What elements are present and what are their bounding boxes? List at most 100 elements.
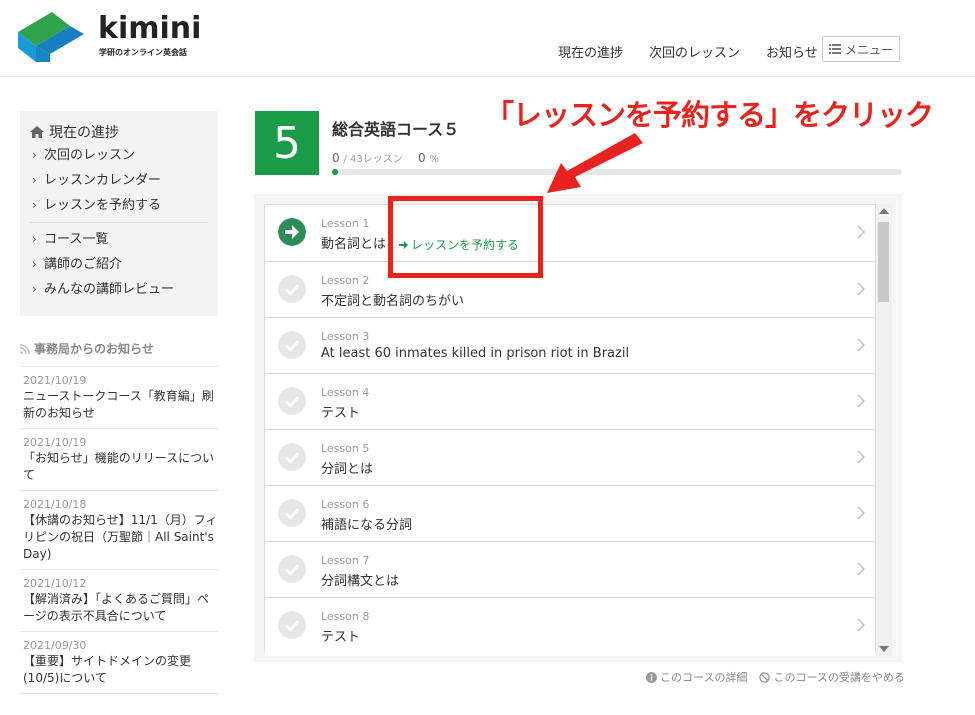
lesson-row[interactable]: Lesson 1 動名詞とは レッスンを予約する	[264, 204, 876, 261]
lessons-done: 0	[332, 151, 340, 165]
sidebar-item-progress[interactable]: 現在の進捗	[30, 121, 208, 143]
chevron-right-icon: ›	[32, 257, 37, 271]
lesson-row[interactable]: Lesson 4 テスト	[264, 373, 876, 429]
lesson-row[interactable]: Lesson 2 不定詞と動名詞のちがい	[264, 261, 876, 317]
news-title[interactable]: 「お知らせ」機能のリリースについて	[23, 450, 218, 484]
chevron-right-icon	[857, 450, 865, 464]
topnav-next-lesson[interactable]: 次回のレッスン	[649, 42, 740, 61]
chevron-right-icon: ›	[32, 173, 37, 187]
chevron-right-icon	[857, 394, 865, 408]
quit-course-label: このコースの受講をやめる	[773, 671, 905, 684]
course-detail-label: このコースの詳細	[660, 671, 748, 684]
scroll-down-icon[interactable]	[879, 646, 889, 652]
chevron-right-icon: ›	[32, 148, 37, 162]
lesson-title: 分詞構文とは	[321, 574, 400, 589]
lesson-title: At least 60 inmates killed in prison rio…	[321, 346, 630, 361]
check-circle-icon	[278, 387, 306, 415]
news-title[interactable]: 【重要】サイトドメインの変更(10/5)について	[23, 653, 218, 687]
lesson-row[interactable]: Lesson 6 補語になる分詞	[264, 485, 876, 541]
sidebar-item-reviews[interactable]: › みんなの講師レビュー	[30, 277, 208, 302]
scroll-thumb[interactable]	[878, 222, 889, 302]
sidebar-item-label: みんなの講師レビュー	[44, 282, 175, 297]
sidebar-item-label: コース一覧	[44, 232, 109, 247]
topnav-news[interactable]: お知らせ	[766, 42, 818, 61]
annotation-arrow-icon	[547, 133, 643, 193]
course-number-badge: 5	[255, 111, 319, 175]
check-circle-icon	[278, 611, 306, 639]
sidebar-home-label: 現在の進捗	[49, 125, 119, 141]
lesson-number: Lesson 4	[321, 386, 370, 399]
rss-icon	[20, 343, 30, 354]
sidebar-item-next-lesson[interactable]: › 次回のレッスン	[30, 143, 208, 168]
chevron-right-icon	[857, 282, 865, 296]
news-date: 2021/09/30	[23, 639, 87, 652]
lesson-title: 不定詞と動名詞のちがい	[321, 294, 465, 309]
news-title[interactable]: 【休講のお知らせ】11/1（月）フィリピンの祝日（万聖節｜All Saint's…	[23, 512, 218, 563]
lesson-scrollbar[interactable]	[876, 204, 892, 656]
logo-mark-icon	[18, 12, 84, 62]
lesson-row[interactable]: Lesson 3 At least 60 inmates killed in p…	[264, 317, 876, 373]
check-circle-icon	[278, 331, 306, 359]
header: kimini 学研のオンライン英会話 現在の進捗 次回のレッスン お知らせ メニ…	[0, 0, 975, 77]
news-title[interactable]: ニューストークコース「教育編」刷新のお知らせ	[23, 388, 218, 422]
ban-icon	[759, 671, 771, 683]
news-item[interactable]: 2021/10/12 【解消済み】「よくあるご質問」ページの表示不具合について	[20, 570, 218, 632]
sidebar-item-label: レッスンを予約する	[44, 198, 162, 213]
info-icon	[646, 671, 657, 683]
check-circle-icon	[278, 499, 306, 527]
news-date: 2021/10/19	[23, 436, 87, 449]
chevron-right-icon	[857, 618, 865, 632]
lesson-row[interactable]: Lesson 8 テスト	[264, 597, 876, 653]
lesson-number: Lesson 1	[321, 217, 370, 230]
sidebar-item-label: 次回のレッスン	[44, 148, 136, 163]
news-title[interactable]: 【解消済み】「よくあるご質問」ページの表示不具合について	[23, 591, 218, 625]
brand-subtitle: 学研のオンライン英会話	[99, 48, 187, 57]
sidebar-item-tutors[interactable]: › 講師のご紹介	[30, 252, 208, 277]
scroll-up-icon[interactable]	[879, 208, 889, 214]
lesson-row[interactable]: Lesson 5 分詞とは	[264, 429, 876, 485]
lessons-total: / 43レッスン	[343, 154, 403, 165]
sidebar-item-courses[interactable]: › コース一覧	[30, 227, 208, 252]
sidebar-item-reserve[interactable]: › レッスンを予約する	[30, 193, 208, 218]
sidebar-nav: 現在の進捗 › 次回のレッスン › レッスンカレンダー › レッスンを予約する › コー…	[20, 111, 218, 316]
lesson-number: Lesson 2	[321, 274, 370, 287]
arrow-right-circle-icon	[278, 218, 306, 246]
chevron-right-icon	[857, 562, 865, 576]
news-date: 2021/10/12	[23, 577, 87, 590]
news-item[interactable]: 2021/10/18 【休講のお知らせ】11/1（月）フィリピンの祝日（万聖節｜…	[20, 491, 218, 570]
sidebar-divider	[30, 222, 208, 223]
lesson-number: Lesson 8	[321, 610, 370, 623]
sidebar-item-calendar[interactable]: › レッスンカレンダー	[30, 168, 208, 193]
check-circle-icon	[278, 275, 306, 303]
news-item[interactable]: 2021/09/30 【重要】サイトドメインの変更(10/5)について	[20, 632, 218, 694]
progress-percent: 0	[418, 151, 426, 165]
lesson-title: 補語になる分詞	[321, 518, 413, 533]
progress-bar-fill	[332, 169, 338, 175]
menu-button[interactable]: メニュー	[822, 36, 900, 62]
topnav-progress[interactable]: 現在の進捗	[558, 42, 623, 61]
sidebar-item-label: レッスンカレンダー	[44, 173, 162, 188]
news-heading-label: 事務局からのお知らせ	[34, 342, 154, 356]
news-heading: 事務局からのお知らせ	[20, 340, 218, 367]
chevron-right-icon: ›	[32, 282, 37, 296]
news-list: 2021/10/19 ニューストークコース「教育編」刷新のお知らせ 2021/1…	[20, 367, 218, 694]
chevron-right-icon	[857, 506, 865, 520]
check-circle-icon	[278, 555, 306, 583]
course-progress-text: 0 / 43レッスン 0 %	[332, 150, 439, 165]
chevron-right-icon: ›	[32, 198, 37, 212]
kimini-logo[interactable]: kimini 学研のオンライン英会話	[16, 10, 201, 62]
course-footer-links: このコースの詳細 このコースの受講をやめる	[646, 669, 905, 685]
course-detail-link[interactable]: このコースの詳細	[646, 669, 747, 685]
brand-name: kimini	[98, 11, 202, 46]
news-date: 2021/10/18	[23, 498, 87, 511]
quit-course-link[interactable]: このコースの受講をやめる	[759, 669, 905, 685]
news-item[interactable]: 2021/10/19 「お知らせ」機能のリリースについて	[20, 429, 218, 491]
lesson-row[interactable]: Lesson 7 分詞構文とは	[264, 541, 876, 597]
news-date: 2021/10/19	[23, 374, 87, 387]
annotation-highlight-box	[388, 196, 543, 278]
chevron-right-icon	[857, 338, 865, 352]
menu-label: メニュー	[844, 42, 893, 57]
lesson-title: テスト	[321, 630, 361, 645]
news-item[interactable]: 2021/10/19 ニューストークコース「教育編」刷新のお知らせ	[20, 367, 218, 429]
chevron-right-icon: ›	[32, 232, 37, 246]
